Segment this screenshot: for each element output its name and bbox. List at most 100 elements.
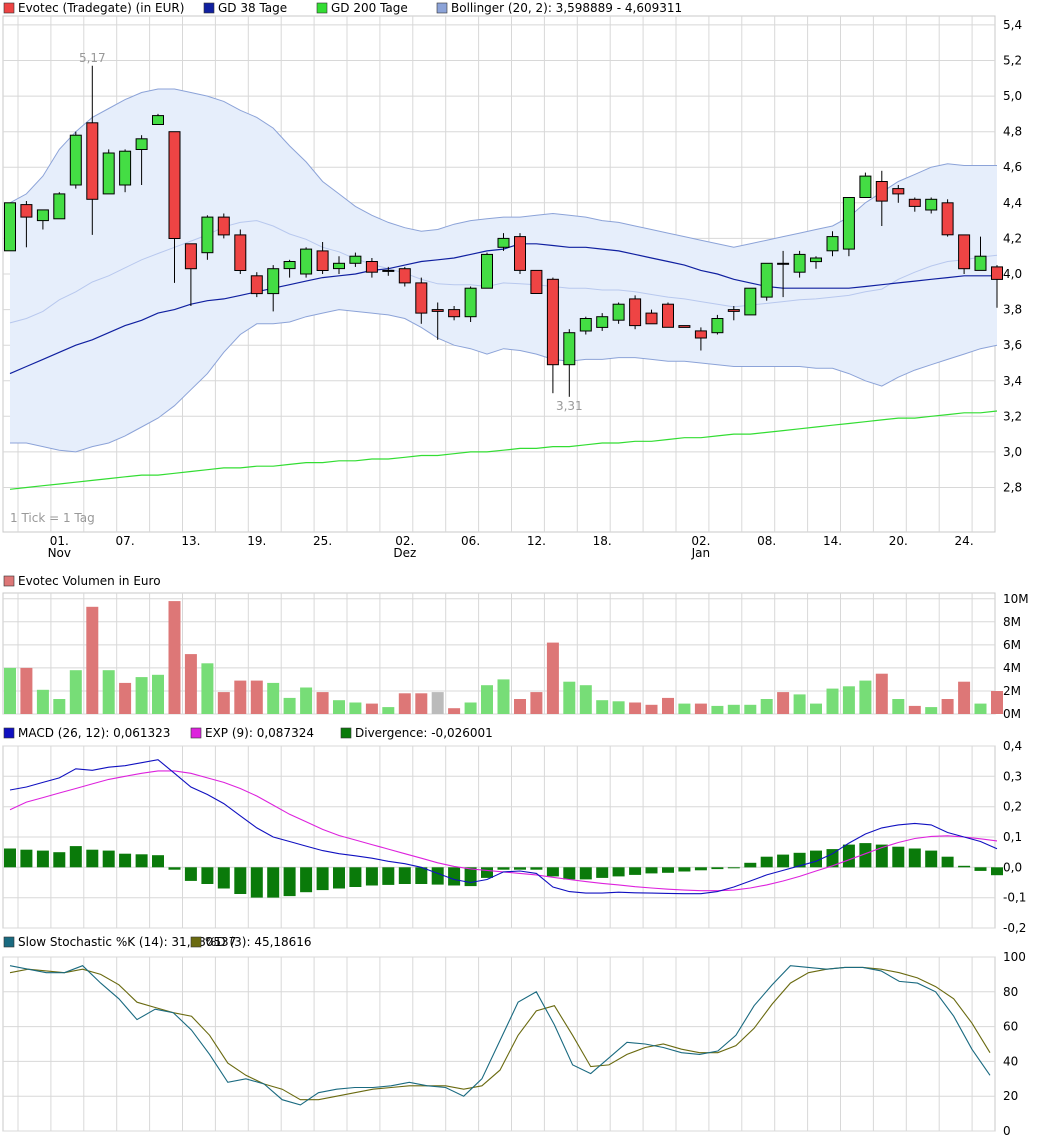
price-legend: Evotec (Tradegate) (in EUR) GD 38 Tage GD …: [3, 1, 682, 15]
divergence-bar: [974, 867, 987, 871]
candle-body: [546, 278, 559, 366]
volume-bar: [546, 642, 559, 714]
divergence-bar: [415, 867, 428, 884]
volume-bar: [678, 703, 691, 714]
volume-bar: [596, 700, 609, 714]
volume-bar: [875, 673, 888, 714]
y-tick-label: 100: [1003, 950, 1026, 964]
volume-bar: [20, 667, 33, 714]
candle-body: [250, 275, 263, 295]
divergence-bar: [941, 856, 954, 868]
volume-bar: [234, 680, 247, 714]
x-tick-sublabel: Nov: [48, 546, 71, 560]
volume-bar: [102, 670, 115, 714]
volume-bar: [365, 703, 378, 714]
volume-bar: [563, 681, 576, 714]
divergence-bar: [234, 867, 247, 894]
plot-frame: [2, 956, 996, 1132]
legend-label: %D (3): 45,18616: [205, 935, 312, 949]
divergence-bar: [678, 867, 691, 872]
x-tick-label: 12.: [527, 534, 546, 548]
y-tick-label: 0: [1003, 1124, 1011, 1138]
divergence-bar: [596, 867, 609, 878]
divergence-bar: [102, 850, 115, 868]
divergence-bar: [777, 854, 790, 868]
y-tick-label: 10M: [1003, 592, 1029, 606]
candle-body: [283, 261, 296, 270]
volume-bar: [184, 654, 197, 714]
volume-bar: [941, 699, 954, 714]
candle-body: [645, 312, 658, 325]
y-tick-label: 4,0: [1003, 267, 1022, 281]
candle-body: [875, 181, 888, 202]
divergence-bar: [497, 867, 510, 870]
x-tick-label: 24.: [955, 534, 974, 548]
volume-bar: [727, 704, 740, 714]
volume-bar: [645, 704, 658, 714]
divergence-bar: [217, 867, 230, 889]
divergence-bar: [283, 867, 296, 897]
volume-bar: [86, 606, 99, 714]
legend-swatch: [3, 936, 15, 948]
divergence-bar: [727, 867, 740, 869]
legend-swatch: [203, 2, 215, 14]
volume-bar: [250, 680, 263, 714]
candle-body: [217, 216, 230, 236]
divergence-bar: [694, 867, 707, 871]
volume-bar: [810, 703, 822, 714]
y-tick-label: 4,6: [1003, 160, 1022, 174]
y-tick-label: 4M: [1003, 661, 1021, 675]
y-tick-label: 3,2: [1003, 409, 1022, 423]
macd-panel: MACD (26, 12): 0,061323 EXP (9): 0,087324…: [2, 726, 1026, 935]
divergence-bar: [201, 867, 214, 884]
candle-body: [859, 175, 872, 199]
y-tick-label: 0,4: [1003, 739, 1022, 753]
y-tick-label: 3,4: [1003, 374, 1022, 388]
candle-body: [497, 237, 510, 248]
candle-body: [810, 257, 822, 263]
volume-bar: [974, 703, 987, 714]
legend-label: MACD (26, 12): 0,061323: [18, 726, 170, 740]
candle-body: [300, 248, 313, 275]
candle-body: [711, 318, 724, 334]
divergence-bar: [20, 849, 33, 868]
volume-bar: [925, 707, 938, 714]
legend-swatch: [3, 575, 15, 587]
volume-bar: [4, 667, 16, 714]
divergence-bar: [184, 867, 197, 881]
candle-body: [826, 236, 839, 252]
legend-swatch: [340, 727, 352, 739]
tick-note: 1 Tick = 1 Tag: [10, 511, 95, 525]
candle-body: [612, 303, 625, 321]
candle-body: [382, 269, 395, 272]
y-tick-label: 3,6: [1003, 338, 1022, 352]
candle-body: [793, 253, 806, 273]
legend-swatch: [316, 2, 328, 14]
candle-body: [974, 255, 987, 271]
divergence-bar: [662, 867, 674, 873]
candle-body: [398, 268, 411, 284]
divergence-bar: [36, 850, 49, 868]
x-tick-label: 25.: [313, 534, 332, 548]
y-tick-label: 0,3: [1003, 769, 1022, 783]
candle-body: [563, 332, 576, 366]
candle-body: [464, 287, 477, 318]
volume-bar: [36, 689, 49, 714]
divergence-bar: [711, 867, 724, 870]
volume-bar: [431, 692, 444, 714]
y-tick-label: 80: [1003, 985, 1018, 999]
y-tick-label: 4,4: [1003, 196, 1022, 210]
candle-body: [694, 330, 707, 339]
y-tick-label: 5,4: [1003, 18, 1022, 32]
y-tick-label: 40: [1003, 1054, 1018, 1068]
y-tick-label: 5,0: [1003, 89, 1022, 103]
divergence-bar: [612, 867, 625, 877]
divergence-bar: [168, 867, 181, 870]
candle-body: [365, 261, 378, 273]
candle-body: [744, 287, 757, 316]
legend-label: GD 38 Tage: [218, 1, 287, 15]
y-tick-label: -0,1: [1003, 891, 1026, 905]
x-tick-label: 20.: [889, 534, 908, 548]
divergence-bar: [86, 849, 99, 868]
legend-label: Evotec Volumen in Euro: [18, 574, 161, 588]
